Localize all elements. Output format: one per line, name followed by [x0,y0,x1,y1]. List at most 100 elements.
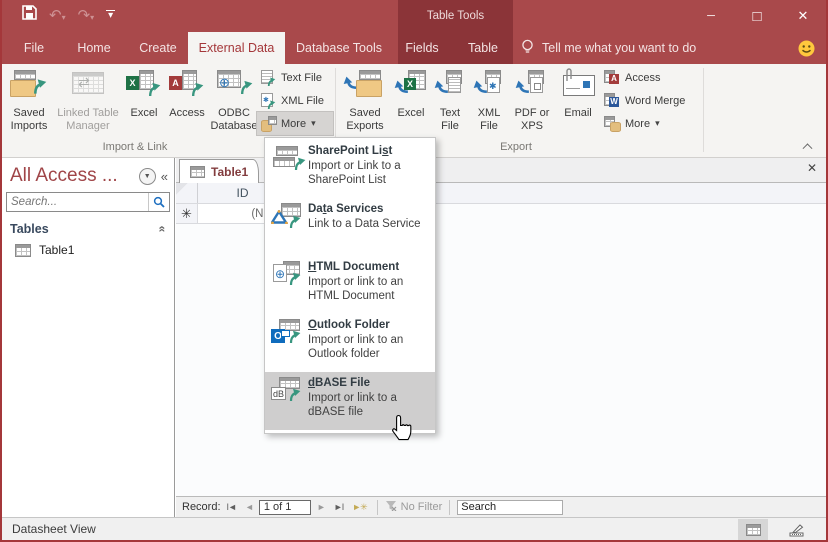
quick-access-toolbar: ↶ ↷ [22,5,115,25]
new-record-button[interactable] [349,502,369,513]
table-icon [190,166,205,178]
export-excel-button[interactable]: X Excel [393,68,429,120]
smiley-feedback-icon[interactable] [798,40,815,57]
export-excel-icon: X [394,68,428,104]
saved-exports-button[interactable]: Saved Exports [341,68,389,133]
menu-item-description: Import or link to an Outlook folder [308,334,403,360]
word-merge-button[interactable]: W Word Merge [600,89,696,112]
hand-cursor [391,414,412,446]
import-access-button[interactable]: A Access [166,68,208,120]
tab-external-data[interactable]: External Data [188,32,285,64]
export-access-button[interactable]: A Access [600,66,696,89]
menu-item-description: Import or Link to a SharePoint List [308,160,401,186]
nav-pane-menu-icon[interactable] [139,168,156,185]
export-xml-file-icon: ✱ [473,68,505,104]
save-icon[interactable] [22,5,37,25]
tab-database-tools[interactable]: Database Tools [294,32,384,64]
datasheet-view-button[interactable] [738,519,768,540]
outlook-folder-icon: O [271,317,308,372]
menu-item-description: Import or link to a dBASE file [308,392,397,418]
no-filter-button[interactable]: No Filter [385,500,443,514]
xml-file-icon: ✱ [261,93,276,109]
dropdown-arrow-icon [655,118,660,129]
import-small-buttons: Text File ✱ XML File More [257,66,333,135]
export-text-file-button[interactable]: Text File [432,68,468,133]
nav-item-table1[interactable]: Table1 [2,240,174,260]
next-record-button[interactable] [314,502,328,512]
menu-item-title: Data Services [308,203,383,215]
tab-file[interactable]: File [14,32,54,64]
import-access-icon: A [169,68,205,104]
saved-imports-button[interactable]: Saved Imports [6,68,52,133]
close-button[interactable] [780,0,826,32]
data-services-icon [271,201,308,256]
previous-record-button[interactable] [242,502,256,512]
menu-item-sharepoint-list[interactable]: SharePoint List Import or Link to a Shar… [265,140,435,198]
more-sources-icon [261,116,276,132]
separator [449,500,450,515]
record-search-input[interactable] [458,501,562,514]
nav-section-tables[interactable]: Tables [2,216,174,240]
first-record-button[interactable] [224,502,239,512]
saved-imports-icon [9,68,49,104]
menu-item-description: Import or link to an HTML Document [308,276,403,302]
ribbon-tab-row: File Home Create External Data Database … [0,32,828,64]
email-icon [560,68,596,104]
odbc-database-icon: ⊕ [215,68,253,104]
access-window: ↶ ↷ Table Tools File Home Create Externa… [0,0,828,542]
more-dropdown-menu: SharePoint List Import or Link to a Shar… [264,137,436,434]
menu-item-description: Link to a Data Service [308,218,421,230]
view-status-text: Datasheet View [12,522,96,536]
title-bar: ↶ ↷ Table Tools [0,0,828,32]
import-excel-button[interactable]: X Excel [124,68,164,120]
customize-qat-icon[interactable] [106,10,115,20]
datasheet-view-icon [746,524,761,536]
shutter-bar-close-icon[interactable] [161,169,168,184]
record-navigation-bar: Record: 1 of 1 No Filter [176,496,826,517]
tell-me-box[interactable]: Tell me what you want to do [521,32,696,64]
contextual-tab-title: Table Tools [398,0,513,32]
last-record-button[interactable] [331,502,346,512]
menu-item-html-document[interactable]: ⊕ HTML Document Import or link to an HTM… [265,256,435,314]
html-document-icon: ⊕ [271,259,308,314]
menu-item-title: SharePoint List [308,145,392,157]
select-all-corner[interactable] [176,183,198,203]
odbc-database-button[interactable]: ⊕ ODBC Database [209,68,259,133]
undo-icon[interactable]: ↶ [49,8,66,23]
linked-table-manager-button: ⇄ Linked Table Manager [56,68,120,133]
dbase-file-icon: dB [271,375,308,430]
import-text-file-button[interactable]: Text File [257,66,333,89]
lightbulb-icon [521,39,534,58]
nav-search-box[interactable] [6,192,170,212]
menu-item-data-services[interactable]: Data Services Link to a Data Service [265,198,435,256]
tab-home[interactable]: Home [72,32,116,64]
saved-exports-icon [343,68,387,104]
menu-item-outlook-folder[interactable]: O Outlook Folder Import or link to an Ou… [265,314,435,372]
export-group-label: Export [470,141,562,153]
text-file-icon [261,70,276,86]
design-view-button[interactable] [782,519,812,540]
tab-table[interactable]: Table [462,32,504,64]
table1-document-tab[interactable]: Table1 [179,159,259,183]
search-icon[interactable] [148,193,169,211]
import-more-button[interactable]: More [257,112,333,135]
maximize-button[interactable] [734,0,780,32]
import-xml-file-button[interactable]: ✱ XML File [257,89,333,112]
new-record-selector[interactable]: ✳ [176,204,198,223]
collapse-section-icon[interactable] [156,226,170,233]
separator [377,500,378,515]
record-search-box[interactable] [457,500,563,515]
nav-search-input[interactable] [7,196,148,208]
menu-item-title: Outlook Folder [308,319,390,331]
pdf-or-xps-button[interactable]: PDF or XPS [510,68,554,133]
minimize-button[interactable] [688,0,734,32]
export-more-button[interactable]: More [600,112,696,135]
collapse-ribbon-icon[interactable] [804,142,812,150]
record-position-box[interactable]: 1 of 1 [259,500,311,515]
export-xml-file-button[interactable]: ✱ XML File [471,68,507,133]
tab-create[interactable]: Create [136,32,180,64]
email-button[interactable]: Email [558,68,598,120]
tab-fields[interactable]: Fields [402,32,442,64]
redo-icon[interactable]: ↷ [78,8,95,23]
close-document-icon[interactable] [807,161,817,175]
